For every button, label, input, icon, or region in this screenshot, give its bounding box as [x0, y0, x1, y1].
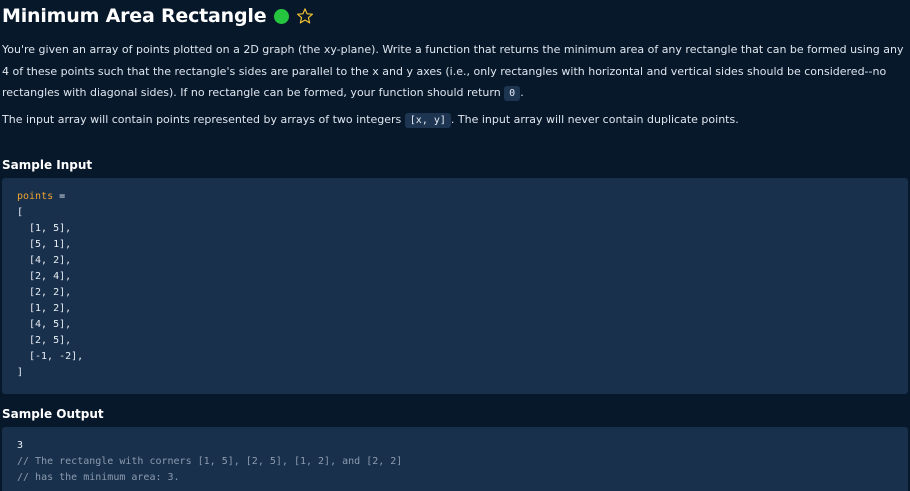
code-line-var: points =	[17, 189, 893, 205]
code-line-point: [2, 5],	[29, 335, 72, 346]
sample-input-label: Sample Input	[2, 158, 93, 172]
inline-code-zero: 0	[504, 86, 521, 101]
page-title: Minimum Area Rectangle	[2, 5, 267, 27]
sample-output-code-block: 3 // The rectangle with corners [1, 5], […	[2, 427, 908, 491]
description-text-2: The input array will contain points repr…	[2, 112, 405, 126]
completed-status-icon	[274, 8, 290, 24]
title-row: Minimum Area Rectangle	[2, 1, 908, 31]
output-value: 3	[17, 440, 24, 451]
variable-name: points	[17, 191, 54, 202]
problem-page: Minimum Area Rectangle You're given an a…	[0, 1, 910, 491]
code-line-point: [5, 1],	[29, 239, 72, 250]
code-line-point: [4, 2],	[29, 255, 72, 266]
description-text-1-end: .	[520, 86, 524, 99]
code-line-point: [2, 4],	[29, 271, 72, 282]
code-line-point: [-1, -2],	[29, 351, 84, 362]
code-line-point: [2, 2],	[29, 287, 72, 298]
description-paragraph-2: The input array will contain points repr…	[2, 109, 908, 132]
star-outline-icon[interactable]	[296, 7, 314, 25]
description-text-1: You're given an array of points plotted …	[2, 43, 904, 99]
sample-output-label: Sample Output	[2, 407, 104, 421]
code-line-point: [1, 2],	[29, 303, 72, 314]
output-comment-line-2: // has the minimum area: 3.	[17, 472, 180, 483]
code-line-close-bracket: ]	[17, 367, 24, 378]
sample-input-code-block: points = [ [1, 5], [5, 1], [4, 2], [2, 4], [2,…	[2, 178, 908, 394]
code-line-point: [4, 5],	[29, 319, 72, 330]
description-paragraph-1: You're given an array of points plotted …	[2, 39, 908, 105]
output-comment-line-1: // The rectangle with corners [1, 5], [2…	[17, 456, 403, 467]
code-line-point: [1, 5],	[29, 223, 72, 234]
description-text-2-end: . The input array will never contain dup…	[450, 112, 739, 126]
inline-code-point: [x, y]	[404, 112, 451, 128]
assign-operator: =	[53, 191, 66, 202]
code-line-open-bracket: [	[17, 207, 24, 218]
